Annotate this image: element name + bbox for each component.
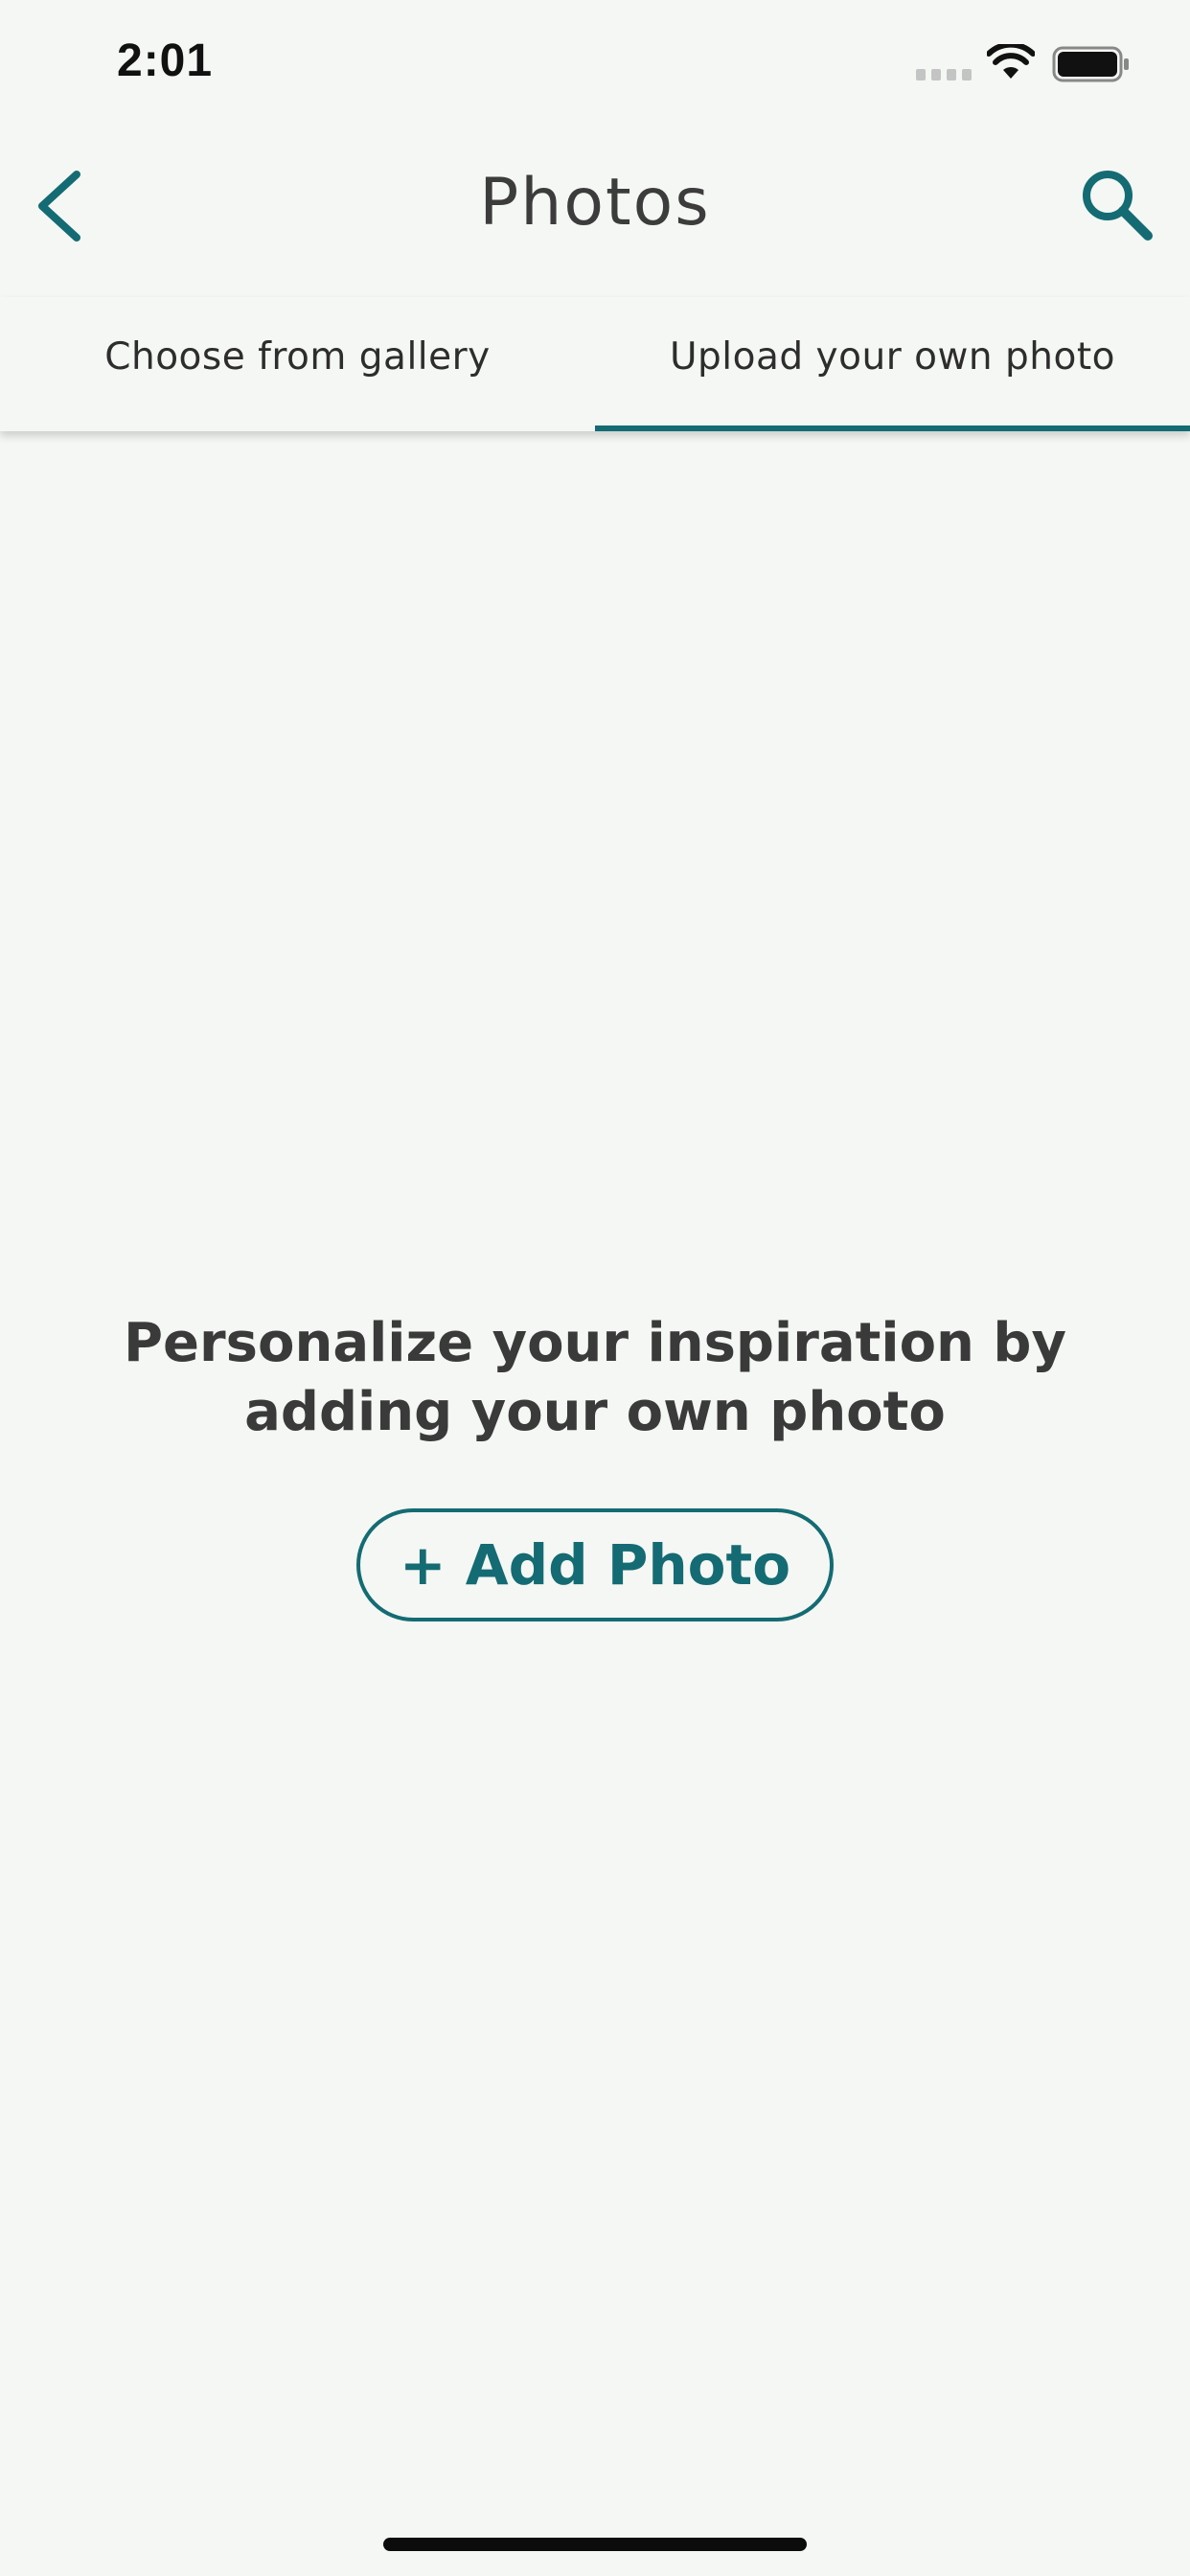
- tab-label: Choose from gallery: [104, 334, 491, 379]
- home-indicator[interactable]: [383, 2538, 807, 2551]
- battery-icon: [1052, 46, 1129, 82]
- search-icon: [1083, 171, 1153, 241]
- page-title: Photos: [479, 165, 711, 241]
- status-time: 2:01: [117, 35, 214, 86]
- tab-upload-your-own-photo[interactable]: Upload your own photo: [595, 297, 1190, 431]
- empty-state-message: Personalize your inspiration by adding y…: [124, 1312, 1066, 1443]
- add-photo-button-label: + Add Photo: [399, 1532, 791, 1598]
- tab-label: Upload your own photo: [670, 334, 1115, 379]
- wifi-icon: [987, 44, 1035, 79]
- tab-bar: Choose from gallery Upload your own phot…: [0, 297, 1190, 431]
- photos-screen: 2:01 Photos Choose from gallery Upload y…: [0, 0, 1190, 2576]
- tab-choose-from-gallery[interactable]: Choose from gallery: [0, 297, 595, 431]
- add-photo-button[interactable]: + Add Photo: [356, 1508, 834, 1622]
- search-button[interactable]: [1077, 165, 1157, 245]
- cellular-signal-icon: [916, 69, 972, 80]
